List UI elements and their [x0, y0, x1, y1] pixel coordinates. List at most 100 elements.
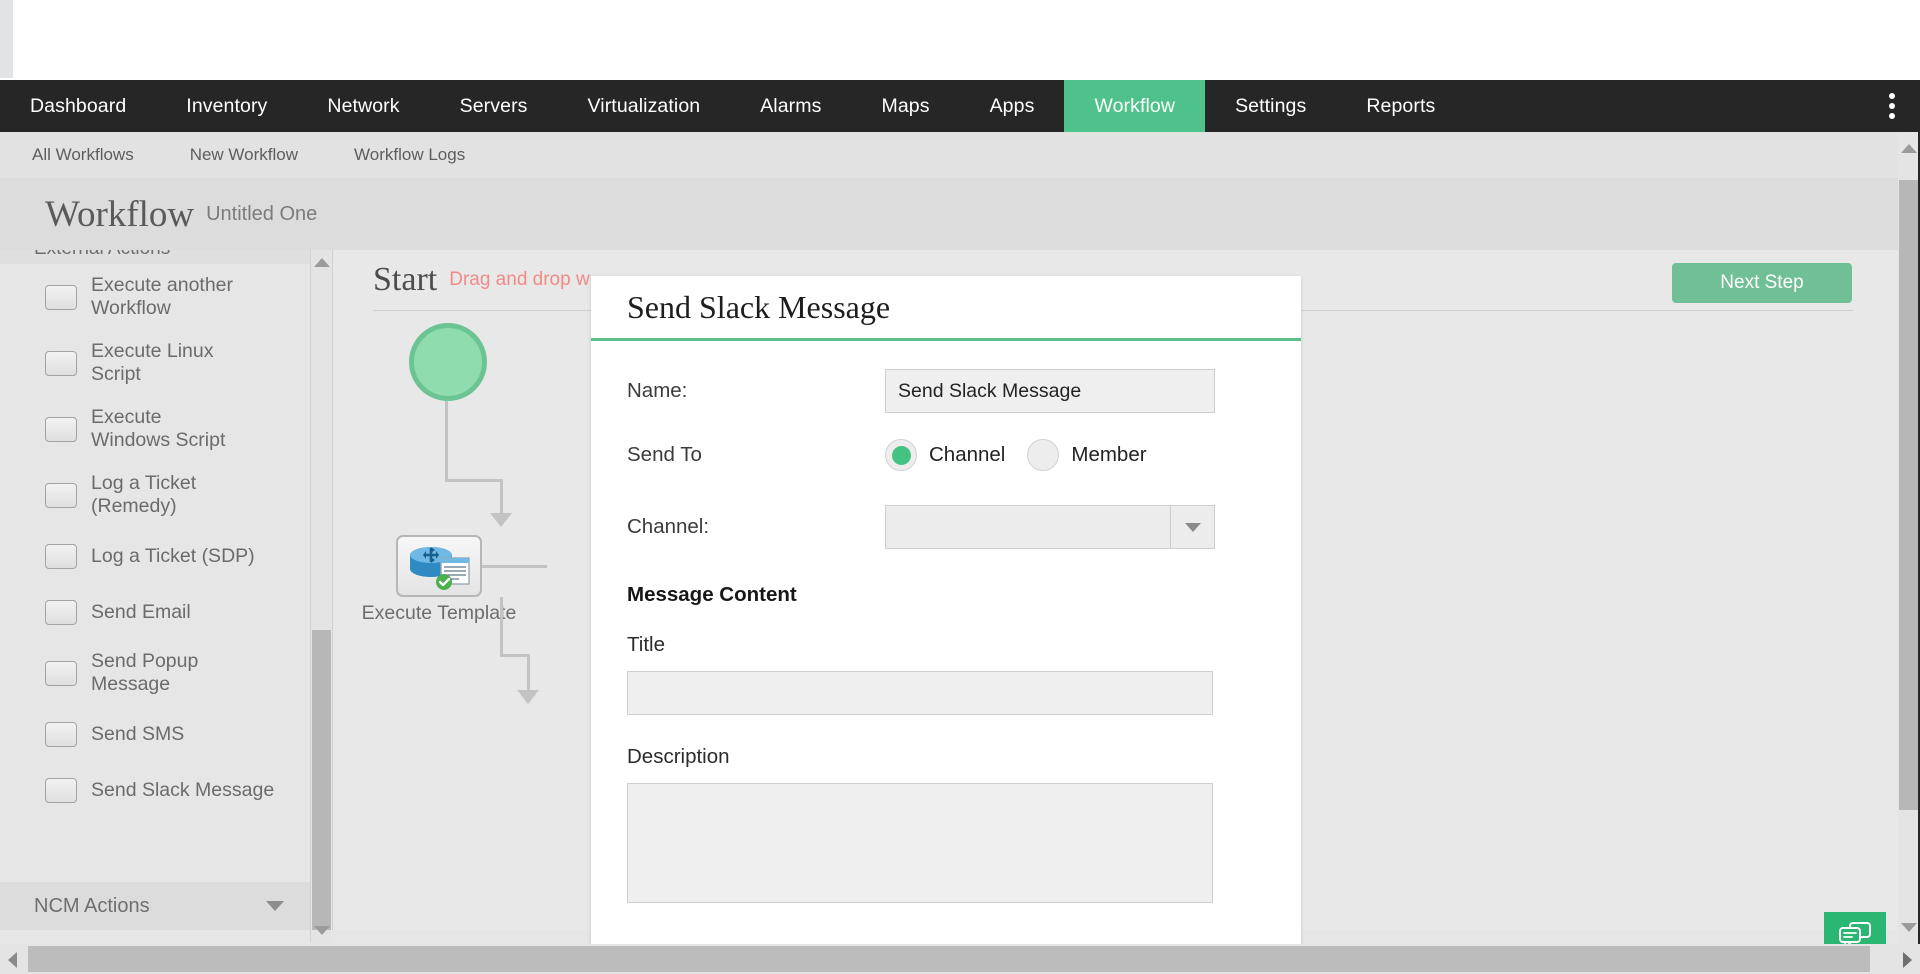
sidebar-item-log-a-ticket-remedy[interactable]: Log a Ticket (Remedy) — [0, 462, 318, 528]
scroll-up-arrow-icon[interactable] — [1901, 144, 1917, 153]
sidebar-group-label: NCM Actions — [34, 895, 150, 918]
send-slack-message-dialog: Send Slack Message Name: Send To Channel… — [591, 276, 1301, 949]
nav-item-maps[interactable]: Maps — [851, 80, 959, 132]
sidebar-item-label: Send Email — [91, 601, 191, 624]
name-label: Name: — [627, 379, 885, 403]
chevron-down-icon[interactable] — [1170, 506, 1214, 548]
form-row-send-to: Send To Channel Member — [627, 439, 1265, 471]
workflow-name: Untitled One — [206, 203, 317, 226]
radio-member-label[interactable]: Member — [1071, 443, 1146, 467]
sidebar-action-list: Execute another Workflow Execute Linux S… — [0, 264, 318, 918]
nav-item-servers[interactable]: Servers — [430, 80, 558, 132]
send-to-label: Send To — [627, 443, 885, 467]
sidebar-item-label: Execute Linux Script — [91, 340, 241, 386]
kebab-menu-icon[interactable] — [1864, 80, 1920, 132]
kebab-dot — [1889, 113, 1895, 119]
sidebar-item-send-slack-message[interactable]: Send Slack Message — [0, 762, 318, 818]
sidebar-item-label: Send SMS — [91, 723, 184, 746]
action-checkbox-icon — [45, 722, 77, 747]
horizontal-scrollbar-thumb[interactable] — [28, 946, 1870, 972]
flow-arrow-icon — [490, 513, 512, 527]
sidebar-item-log-a-ticket-sdp[interactable]: Log a Ticket (SDP) — [0, 528, 318, 584]
scroll-right-arrow-icon[interactable] — [1903, 952, 1912, 968]
next-step-button[interactable]: Next Step — [1672, 263, 1852, 303]
page-vertical-scrollbar[interactable] — [1898, 132, 1920, 944]
sidebar-item-label: Send Slack Message — [91, 779, 274, 802]
nav-item-dashboard[interactable]: Dashboard — [0, 80, 156, 132]
flow-arrow-icon — [517, 690, 539, 704]
title-input[interactable] — [627, 671, 1213, 715]
message-content-heading: Message Content — [627, 583, 1265, 607]
name-input[interactable] — [885, 369, 1215, 413]
sidebar-item-label: Log a Ticket (SDP) — [91, 545, 255, 568]
sidebar-item-label: Send Popup Message — [91, 650, 241, 696]
dialog-header: Send Slack Message — [591, 276, 1301, 341]
flow-edge — [527, 654, 530, 692]
scroll-down-arrow-icon[interactable] — [1901, 923, 1917, 932]
page-horizontal-scrollbar[interactable] — [0, 944, 1898, 974]
workflow-node-execute-template[interactable] — [396, 535, 482, 597]
channel-select[interactable] — [885, 505, 1215, 549]
radio-channel-label[interactable]: Channel — [929, 443, 1005, 467]
page-title-band: Workflow Untitled One — [0, 178, 1920, 250]
description-textarea[interactable] — [627, 783, 1213, 903]
flow-edge — [500, 654, 530, 657]
nav-item-network[interactable]: Network — [297, 80, 429, 132]
sidebar-group-ncm-actions[interactable]: NCM Actions — [0, 882, 318, 930]
radio-channel[interactable] — [885, 439, 917, 471]
sidebar-item-send-email[interactable]: Send Email — [0, 584, 318, 640]
chevron-down-icon — [266, 901, 284, 911]
workflow-node-start[interactable] — [409, 323, 487, 401]
action-checkbox-icon — [45, 661, 77, 686]
sidebar-group-header[interactable]: External Actions — [0, 250, 318, 264]
kebab-dot — [1889, 93, 1895, 99]
workflow-sub-navigation: All Workflows New Workflow Workflow Logs — [0, 132, 1920, 178]
page-scrollbar-thumb[interactable] — [1899, 180, 1919, 810]
sidebar-item-label: Execute another Workflow — [91, 274, 241, 320]
radio-member[interactable] — [1027, 439, 1059, 471]
flow-edge — [445, 401, 448, 481]
flow-edge — [500, 597, 503, 657]
send-to-radio-group: Channel Member — [885, 439, 1169, 471]
action-checkbox-icon — [45, 544, 77, 569]
subnav-item-new-workflow[interactable]: New Workflow — [166, 145, 322, 165]
nav-item-virtualization[interactable]: Virtualization — [558, 80, 731, 132]
dialog-body: Name: Send To Channel Member Channel: Me… — [591, 341, 1301, 908]
actions-sidebar: External Actions Execute another Workflo… — [0, 250, 330, 930]
description-label: Description — [627, 745, 1265, 769]
subnav-item-all-workflows[interactable]: All Workflows — [8, 145, 158, 165]
subnav-item-workflow-logs[interactable]: Workflow Logs — [330, 145, 489, 165]
flow-edge — [482, 565, 547, 568]
nav-item-apps[interactable]: Apps — [960, 80, 1065, 132]
sidebar-item-execute-another-workflow[interactable]: Execute another Workflow — [0, 264, 318, 330]
nav-item-workflow[interactable]: Workflow — [1064, 80, 1205, 132]
channel-select-value — [886, 506, 1170, 548]
sidebar-item-execute-linux-script[interactable]: Execute Linux Script — [0, 330, 318, 396]
scroll-left-arrow-icon[interactable] — [8, 952, 17, 968]
canvas-drag-hint: Drag and drop w — [449, 269, 589, 291]
scroll-up-arrow-icon[interactable] — [314, 258, 330, 267]
canvas-start-label: Start — [373, 261, 437, 299]
sidebar-scrollbar[interactable] — [310, 250, 331, 943]
nav-item-inventory[interactable]: Inventory — [156, 80, 297, 132]
action-checkbox-icon — [45, 483, 77, 508]
nav-item-reports[interactable]: Reports — [1336, 80, 1465, 132]
nav-item-alarms[interactable]: Alarms — [730, 80, 851, 132]
kebab-dot — [1889, 103, 1895, 109]
sidebar-item-send-popup-message[interactable]: Send Popup Message — [0, 640, 318, 706]
sidebar-item-label: Log a Ticket (Remedy) — [91, 472, 241, 518]
scroll-down-arrow-icon[interactable] — [314, 926, 330, 935]
action-checkbox-icon — [45, 285, 77, 310]
sidebar-item-execute-windows-script[interactable]: Execute Windows Script — [0, 396, 318, 462]
execute-template-icon — [406, 542, 476, 592]
title-label: Title — [627, 633, 1265, 657]
nav-item-settings[interactable]: Settings — [1205, 80, 1336, 132]
header-left-ledge — [0, 0, 13, 78]
action-checkbox-icon — [45, 600, 77, 625]
sidebar-scrollbar-thumb[interactable] — [312, 630, 331, 930]
page-title: Workflow — [45, 196, 194, 233]
sidebar-item-send-sms[interactable]: Send SMS — [0, 706, 318, 762]
main-navigation-bar: Dashboard Inventory Network Servers Virt… — [0, 80, 1920, 132]
flow-edge — [500, 479, 503, 515]
app-header-blank — [0, 0, 1920, 80]
